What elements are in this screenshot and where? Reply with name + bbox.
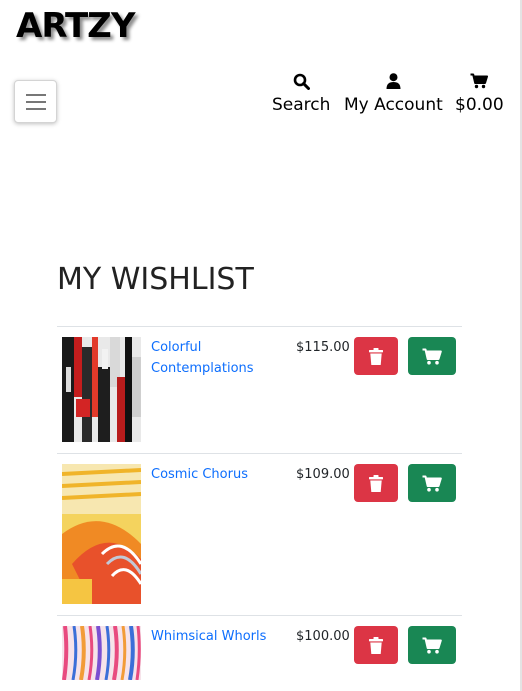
wishlist-row: Whimsical Whorls $100.00: [57, 615, 462, 691]
user-icon: [386, 70, 401, 92]
nav-cart-total: $0.00: [455, 95, 504, 115]
nav-search-label: Search: [272, 95, 331, 115]
cart-icon: [422, 637, 442, 653]
artwork-thumbnail[interactable]: [62, 626, 141, 680]
artwork-title-link[interactable]: Whimsical Whorls: [151, 626, 271, 647]
hamburger-icon-bar: [25, 107, 46, 110]
artwork-thumbnail[interactable]: [62, 464, 141, 604]
search-icon: [293, 70, 310, 92]
wishlist-row: Colorful Contemplations $115.00: [57, 326, 462, 453]
cart-icon: [422, 475, 442, 491]
artwork-price: $109.00: [296, 467, 350, 482]
remove-from-wishlist-button[interactable]: [354, 464, 398, 502]
nav-account-link[interactable]: My Account: [344, 70, 443, 115]
nav-account-label: My Account: [344, 95, 443, 115]
hamburger-icon-bar: [25, 100, 46, 103]
artwork-title-link[interactable]: Cosmic Chorus: [151, 464, 271, 485]
nav-search-link[interactable]: Search: [272, 70, 330, 115]
hamburger-icon-bar: [25, 93, 46, 96]
wishlist-row: Cosmic Chorus $109.00: [57, 453, 462, 615]
artwork-thumbnail[interactable]: [62, 337, 141, 442]
wishlist-table: Colorful Contemplations $115.00 Cosmic C…: [57, 326, 462, 691]
page-title: MY WISHLIST: [57, 262, 254, 297]
trash-icon: [369, 474, 383, 492]
navbar-toggle-button[interactable]: [14, 80, 57, 123]
add-to-cart-button[interactable]: [408, 626, 456, 664]
artwork-title-link[interactable]: Colorful Contemplations: [151, 337, 271, 379]
trash-icon: [369, 347, 383, 365]
add-to-cart-button[interactable]: [408, 337, 456, 375]
remove-from-wishlist-button[interactable]: [354, 626, 398, 664]
remove-from-wishlist-button[interactable]: [354, 337, 398, 375]
add-to-cart-button[interactable]: [408, 464, 456, 502]
brand-logo[interactable]: ARTZY: [16, 6, 135, 46]
artwork-price: $115.00: [296, 340, 350, 355]
cart-icon: [470, 70, 489, 92]
trash-icon: [369, 636, 383, 654]
cart-icon: [422, 348, 442, 364]
nav-cart-link[interactable]: $0.00: [455, 70, 504, 115]
artwork-price: $100.00: [296, 629, 350, 644]
page: ARTZY Search My Account $0.00 MY WISHLIS…: [0, 0, 522, 691]
